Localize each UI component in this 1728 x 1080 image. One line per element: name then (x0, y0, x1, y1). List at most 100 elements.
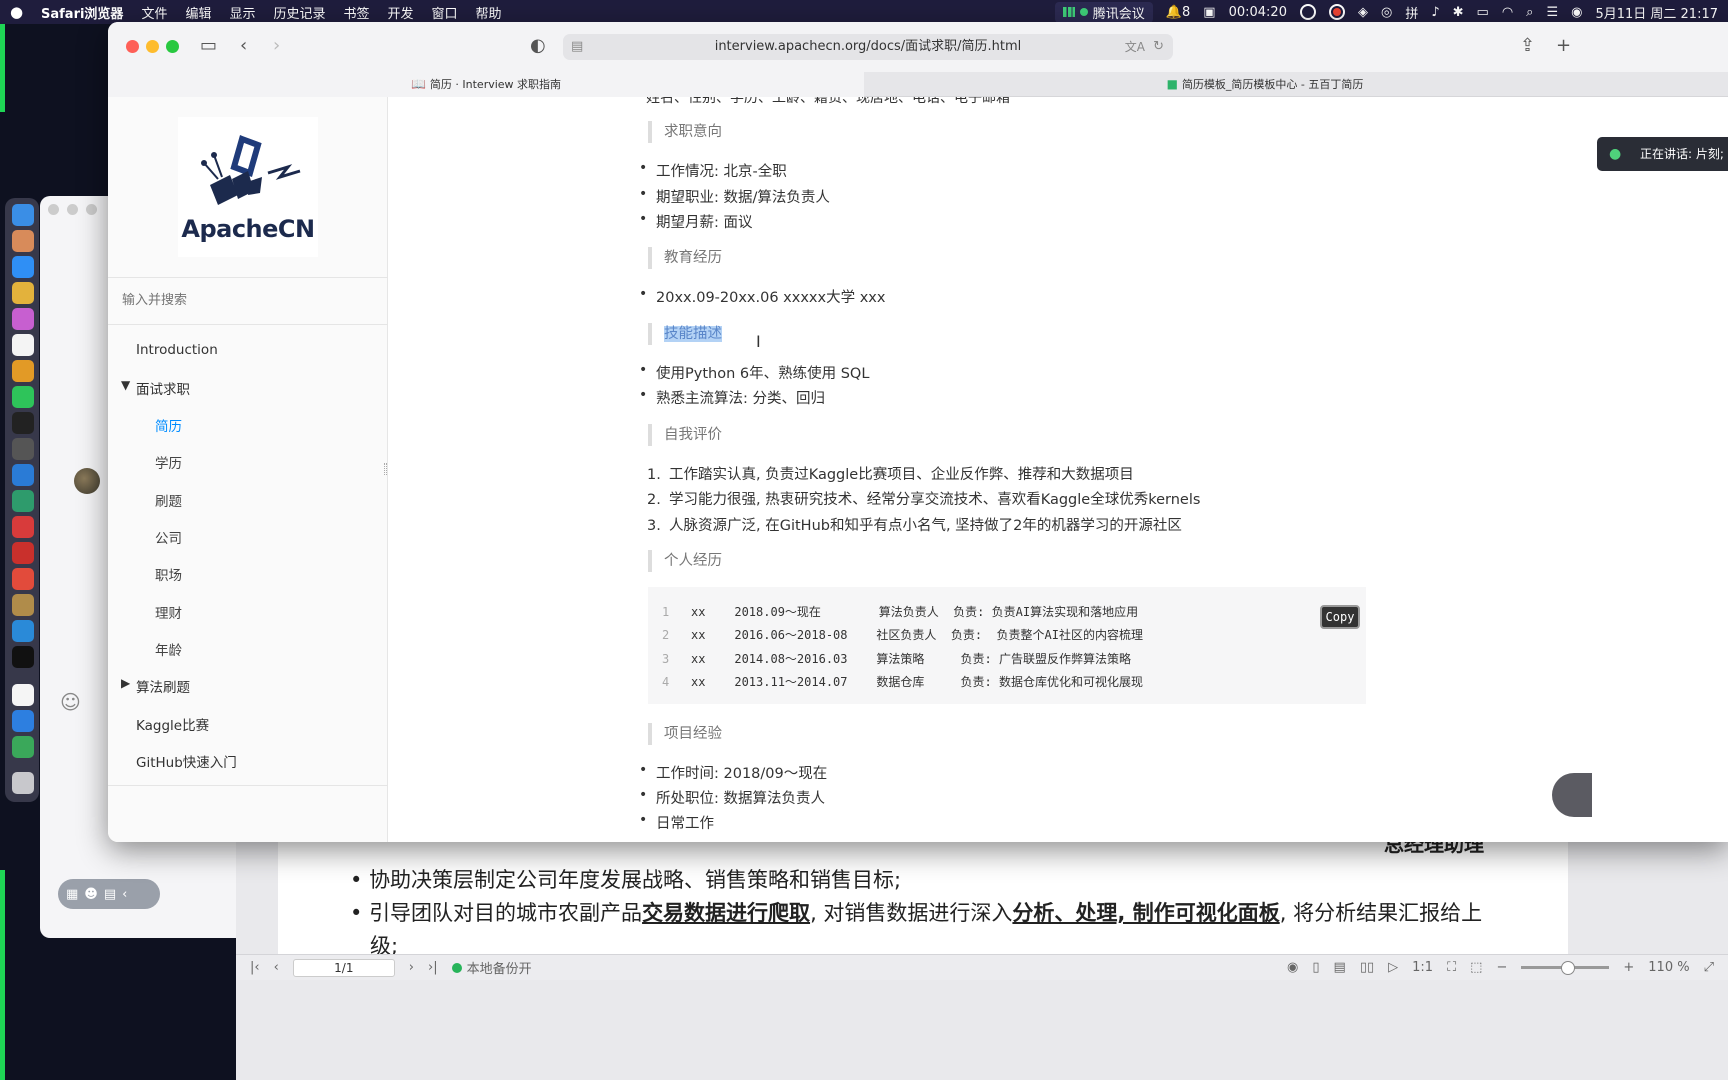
sidebar-item-workplace[interactable]: 职场 (155, 564, 182, 584)
floating-assistant-button[interactable] (1552, 773, 1592, 817)
share-icon[interactable]: ⇪ (1520, 35, 1535, 56)
first-page-icon[interactable]: |‹ (250, 960, 260, 975)
forward-icon[interactable]: › (273, 35, 280, 56)
pause-icon[interactable] (1299, 4, 1316, 20)
zoom-in-icon[interactable]: + (1623, 960, 1634, 975)
apachecn-logo[interactable]: ApacheCN (178, 117, 318, 257)
fit-width-icon[interactable]: ⬚ (1470, 960, 1482, 975)
volume-icon[interactable]: ♪ (1431, 5, 1439, 20)
privacy-shield-icon[interactable]: ◐ (530, 35, 546, 56)
menu-window[interactable]: 窗口 (432, 3, 458, 22)
floating-toolbar[interactable]: ▦ ☻ ▤ ‹ (58, 879, 160, 909)
bg-window-minimize-icon[interactable] (67, 204, 78, 215)
single-page-icon[interactable]: ▯ (1312, 960, 1319, 975)
bg-window-close-icon[interactable] (48, 204, 59, 215)
vscode-icon[interactable] (12, 464, 34, 486)
wechat-icon[interactable] (12, 386, 34, 408)
chevron-right-icon[interactable]: ▶ (121, 676, 130, 690)
menu-bookmarks[interactable]: 书签 (344, 3, 370, 22)
apple-menu-icon[interactable]: ● (10, 3, 32, 21)
notion-icon[interactable] (12, 684, 34, 706)
status-app-icon[interactable]: ◈ (1358, 5, 1368, 20)
reload-icon[interactable]: ↻ (1153, 34, 1164, 60)
prev-page-icon[interactable]: ‹ (274, 960, 279, 975)
sidebar-resize-handle[interactable] (384, 463, 387, 475)
eye-icon[interactable]: ◉ (1287, 960, 1298, 975)
app-icon-blue[interactable] (12, 620, 34, 642)
menu-history[interactable]: 历史记录 (273, 3, 325, 22)
app-icon-brown[interactable] (12, 594, 34, 616)
wps-dock-icon[interactable] (12, 568, 34, 590)
zoom-level[interactable]: 110 % (1648, 960, 1689, 975)
sublime-icon[interactable] (12, 360, 34, 382)
continuous-icon[interactable]: ▤ (1334, 960, 1346, 975)
sidebar-item-practice[interactable]: 刷题 (155, 490, 182, 510)
minimize-window-icon[interactable] (146, 40, 159, 53)
chat-icon[interactable]: ▤ (104, 887, 116, 902)
app-icon-red-2[interactable] (12, 542, 34, 564)
fullscreen-icon[interactable]: ⤢ (1704, 960, 1714, 975)
selected-text[interactable]: 技能描述 (664, 326, 722, 342)
bg-window-zoom-icon[interactable] (86, 204, 97, 215)
pycharm-icon[interactable] (12, 490, 34, 512)
actual-size-icon[interactable]: 1:1 (1412, 960, 1433, 975)
emoji-icon[interactable]: ☺ (60, 690, 81, 714)
screen-capture-icon[interactable] (12, 438, 34, 460)
menu-file[interactable]: 文件 (141, 3, 167, 22)
calendar-icon[interactable] (12, 334, 34, 356)
code-block[interactable]: 1 xx 2018.09～现在 算法负责人 负责: 负责AI算法实现和落地应用 2… (648, 587, 1366, 704)
chrome-icon[interactable] (12, 282, 34, 304)
page-indicator[interactable]: 1/1 (292, 958, 395, 977)
menu-develop[interactable]: 开发 (388, 3, 414, 22)
battery-icon[interactable]: ▭ (1477, 5, 1489, 20)
sidebar-item-finance[interactable]: 理财 (155, 602, 182, 622)
sidebar-item-company[interactable]: 公司 (155, 527, 182, 547)
spotlight-search-icon[interactable]: ⌕ (1526, 5, 1533, 20)
sidebar-search-input[interactable] (108, 277, 388, 325)
qq-icon[interactable] (12, 646, 34, 668)
fit-page-icon[interactable]: ⛶ (1447, 960, 1456, 975)
chevron-down-icon[interactable]: ▼ (121, 378, 130, 392)
app-icon-pink[interactable] (12, 308, 34, 330)
two-page-icon[interactable]: ▯▯ (1360, 960, 1374, 975)
record-icon[interactable] (1328, 4, 1345, 20)
safari-icon[interactable] (12, 256, 34, 278)
grid-icon[interactable]: ▦ (66, 887, 78, 902)
menu-app-name[interactable]: Safari浏览器 (41, 3, 123, 22)
input-method-icon[interactable]: 拼 (1405, 3, 1418, 22)
play-icon[interactable]: ▷ (1388, 960, 1398, 975)
sidebar-item-kaggle[interactable]: Kaggle比赛 (136, 714, 209, 734)
address-bar[interactable]: ▤ interview.apachecn.org/docs/面试求职/简历.ht… (563, 34, 1173, 60)
status-app-icon-2[interactable]: ◎ (1381, 5, 1392, 20)
avatar[interactable] (74, 468, 100, 494)
menu-help[interactable]: 帮助 (476, 3, 502, 22)
terminal-icon[interactable] (12, 412, 34, 434)
zoom-window-icon[interactable] (166, 40, 179, 53)
close-window-icon[interactable] (126, 40, 139, 53)
next-page-icon[interactable]: › (409, 960, 414, 975)
app-icon-blue-2[interactable] (12, 710, 34, 732)
url-text[interactable]: interview.apachecn.org/docs/面试求职/简历.html (715, 39, 1022, 54)
menu-view[interactable]: 显示 (229, 3, 255, 22)
menu-edit[interactable]: 编辑 (185, 3, 211, 22)
zoom-out-icon[interactable]: − (1496, 960, 1507, 975)
translate-icon[interactable]: 文A (1125, 34, 1145, 60)
tab-resume-templates[interactable]: ■ 简历模板_简历模板中心 - 五百丁简历 (865, 72, 1665, 97)
sidebar-item-interview[interactable]: 面试求职 (136, 378, 190, 398)
sidebar-toggle-icon[interactable]: ▭ (200, 35, 217, 56)
back-icon[interactable]: ‹ (240, 35, 247, 56)
copy-button[interactable]: Copy (1320, 605, 1360, 629)
sidebar-item-algorithms[interactable]: 算法刷题 (136, 676, 190, 696)
control-center-icon[interactable]: ☰ (1546, 5, 1558, 20)
trash-icon[interactable] (12, 772, 34, 794)
sidebar-item-age[interactable]: 年龄 (155, 639, 182, 659)
app-icon-green[interactable] (12, 736, 34, 758)
sidebar-item-education[interactable]: 学历 (155, 452, 182, 472)
emoji-icon-small[interactable]: ☻ (84, 887, 98, 902)
new-tab-icon[interactable]: + (1556, 35, 1571, 56)
meeting-indicator[interactable]: 腾讯会议 (1054, 1, 1153, 23)
bluetooth-icon[interactable]: ✱ (1453, 5, 1464, 20)
zoom-slider[interactable] (1521, 961, 1610, 975)
sidebar-item-github[interactable]: GitHub快速入门 (136, 751, 237, 771)
launchpad-icon[interactable] (12, 230, 34, 252)
